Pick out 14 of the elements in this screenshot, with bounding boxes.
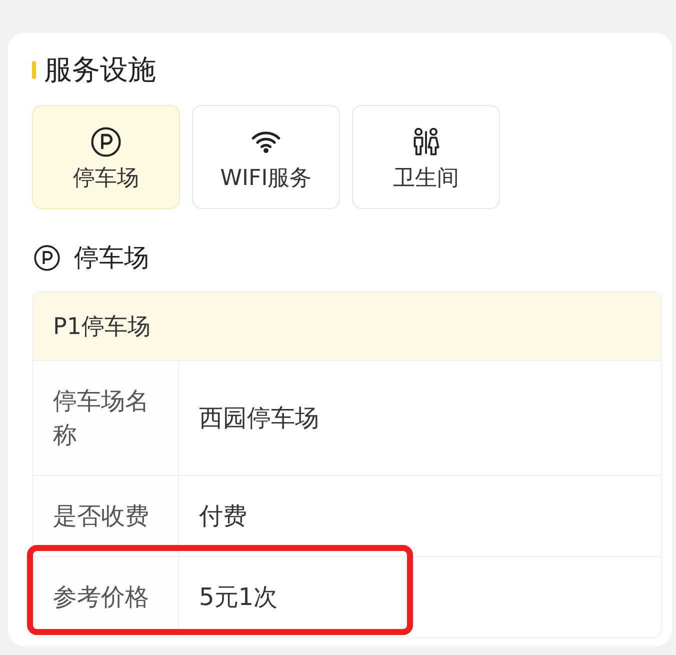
parking-icon — [91, 126, 121, 156]
row-value: 付费 — [198, 501, 248, 532]
row-label: 参考价格 — [33, 557, 179, 637]
facility-tab[interactable]: 卫生间 — [352, 105, 500, 209]
facility-tab[interactable]: 停车场 — [32, 105, 180, 209]
card-title: 服务设施 — [44, 55, 156, 85]
row-value: 西园停车场 — [198, 403, 320, 434]
restroom-icon — [411, 126, 441, 156]
accent-bar — [32, 61, 36, 79]
row-value: 5元1次 — [198, 582, 279, 613]
parking-icon — [34, 245, 60, 271]
section-title: 停车场 — [74, 243, 149, 273]
table-header: P1停车场 — [33, 292, 661, 360]
facility-tab[interactable]: WIFI服务 — [192, 105, 340, 209]
